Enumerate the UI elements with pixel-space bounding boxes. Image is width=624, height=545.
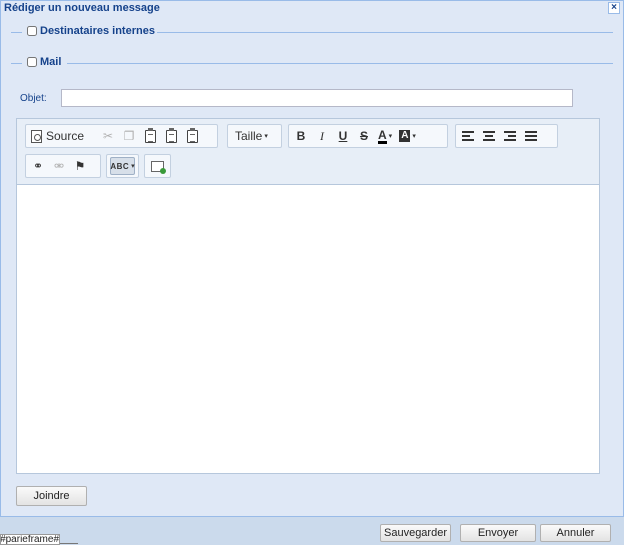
mail-recipients-fieldset: Mail [11,56,613,70]
compose-dialog: Rédiger un nouveau message × Destinatair… [0,0,624,517]
background-color-icon: A [399,130,411,142]
background-color-button[interactable]: A ▾ [397,127,418,145]
status-bar: #parieframe# [0,534,60,545]
paste-word-button[interactable] [183,127,201,145]
paste-word-icon [186,127,198,143]
unlink-icon: ⚮ [53,159,65,173]
subject-input[interactable] [61,89,573,107]
dialog-title: Rédiger un nouveau message [4,2,160,14]
copy-button[interactable]: ❐ [120,127,138,145]
editor-toolbar: Source ✂ ❐ Taille ▾ B I U S A ▾ A ▾ ⚭ ⚮ … [17,119,599,185]
dialog-titlebar[interactable]: Rédiger un nouveau message × [1,1,623,16]
image-add-icon [150,160,166,174]
toolbar-group-align [455,124,558,148]
chevron-down-icon: ▾ [264,133,268,140]
copy-icon: ❐ [123,129,135,143]
align-left-button[interactable] [459,127,477,145]
italic-button[interactable]: I [313,127,331,145]
internal-recipients-checkbox[interactable] [27,26,37,36]
toolbar-group-insert [144,154,171,178]
insert-image-button[interactable] [148,157,166,175]
align-right-button[interactable] [501,127,519,145]
underline-button[interactable]: U [334,127,352,145]
flag-icon: ⚑ [74,159,86,173]
text-color-icon: A [378,127,387,144]
align-center-icon [483,131,495,141]
scissors-icon: ✂ [103,129,114,143]
cancel-button[interactable]: Annuler [540,524,611,542]
unlink-button[interactable]: ⚮ [50,157,68,175]
send-button[interactable]: Envoyer [460,524,536,542]
paste-text-icon [165,127,177,143]
cut-button[interactable]: ✂ [99,127,117,145]
anchor-button[interactable]: ⚑ [71,157,89,175]
rich-text-editor: Source ✂ ❐ Taille ▾ B I U S A ▾ A ▾ ⚭ ⚮ … [16,118,600,474]
subject-label: Objet: [20,93,47,104]
paste-text-button[interactable] [162,127,180,145]
paste-icon [144,127,156,143]
chevron-down-icon: ▾ [131,163,135,170]
internal-recipients-label: Destinataires internes [40,25,155,37]
spellcheck-icon: ABC [110,161,130,171]
toolbar-group-style: B I U S A ▾ A ▾ [288,124,448,148]
align-left-icon [462,131,474,141]
justify-icon [525,131,537,141]
strikethrough-button[interactable]: S [355,127,373,145]
editor-content-area[interactable] [17,186,599,473]
bold-button[interactable]: B [292,127,310,145]
mail-recipients-label: Mail [40,56,62,68]
internal-recipients-fieldset: Destinataires internes [11,25,613,39]
align-center-button[interactable] [480,127,498,145]
source-icon [31,129,42,143]
text-color-button[interactable]: A ▾ [376,127,394,145]
mail-recipients-checkbox[interactable] [27,57,37,67]
font-size-dropdown[interactable]: Taille ▾ [231,127,272,145]
chevron-down-icon: ▾ [412,133,416,140]
link-button[interactable]: ⚭ [29,157,47,175]
toolbar-group-size: Taille ▾ [227,124,282,148]
internal-recipients-toggle[interactable]: Destinataires internes [27,25,155,37]
chevron-down-icon: ▾ [388,133,393,140]
save-button[interactable]: Sauvegarder [380,524,451,542]
align-right-icon [504,131,516,141]
link-icon: ⚭ [32,159,44,173]
toolbar-group-links: ⚭ ⚮ ⚑ [25,154,101,178]
toolbar-group-document: Source ✂ ❐ [25,124,218,148]
paste-button[interactable] [141,127,159,145]
toolbar-group-spell: ABC ▾ [106,154,139,178]
spellcheck-button[interactable]: ABC ▾ [110,157,135,175]
mail-recipients-toggle[interactable]: Mail [27,56,61,68]
justify-button[interactable] [522,127,540,145]
attach-button[interactable]: Joindre [16,486,87,506]
close-icon[interactable]: × [608,2,620,14]
source-button[interactable]: Source [29,127,86,145]
